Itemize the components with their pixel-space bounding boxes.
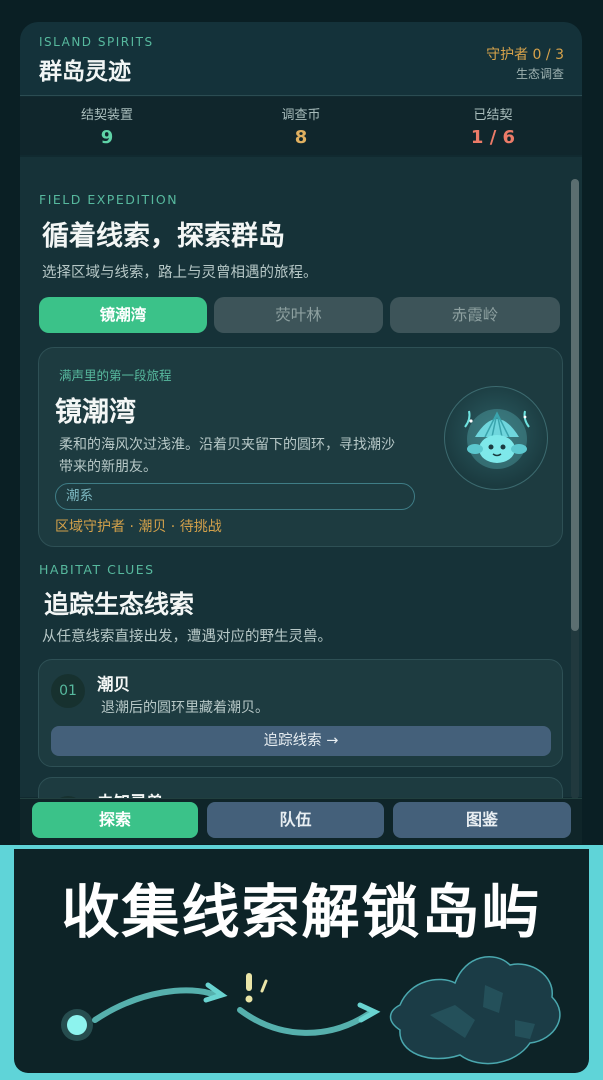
promo-banner: 收集线索解锁岛屿 [0, 845, 603, 1080]
stat-coins: 调查币 8 [226, 104, 376, 148]
app-header: ISLAND SPIRITS 群岛灵迹 守护者 0 / 3 生态调查 [20, 22, 582, 96]
region-tab-crimson-ridge[interactable]: 赤霞岭 [390, 297, 560, 333]
expedition-kicker: FIELD EXPEDITION [39, 192, 179, 207]
stat-label: 结契装置 [80, 108, 133, 123]
region-tab-mirror-bay[interactable]: 镜潮湾 [39, 297, 207, 333]
nav-codex[interactable]: 图鉴 [393, 802, 571, 838]
bottom-nav: 探索 队伍 图鉴 [20, 798, 582, 844]
habitat-title: 追踪生态线索 [44, 590, 195, 619]
clue-card[interactable]: 01 潮贝 退潮后的圆环里藏着潮贝。 追踪线索 → [38, 659, 563, 767]
stat-label: 已结契 [473, 108, 513, 123]
expedition-desc: 选择区域与线索，路上与灵曾相遇的旅程。 [42, 265, 318, 281]
app-title: 群岛灵迹 [39, 59, 131, 85]
nav-team[interactable]: 队伍 [207, 802, 384, 838]
app-subtitle: ISLAND SPIRITS [39, 35, 154, 49]
region-desc: 柔和的海风次过浅淮。沿着贝夹留下的圆环，寻找潮沙带来的新朋友。 [59, 437, 395, 475]
mode-label: 生态调查 [515, 67, 564, 81]
stat-value: 1 / 6 [470, 127, 516, 148]
shell-spirit-icon [444, 386, 548, 490]
stat-value: 9 [100, 127, 114, 148]
phone-frame: ISLAND SPIRITS 群岛灵迹 守护者 0 / 3 生态调查 结契装置 … [0, 0, 603, 845]
track-clue-button[interactable]: 追踪线索 → [51, 726, 551, 756]
scrollbar-thumb[interactable] [571, 179, 579, 631]
stat-bonded: 已结契 1 / 6 [418, 104, 568, 148]
region-tab-glow-forest[interactable]: 荧叶林 [214, 297, 383, 333]
region-title: 镜潮湾 [55, 397, 136, 428]
stat-devices: 结契装置 9 [32, 104, 182, 148]
region-element-tag: 潮系 [55, 483, 415, 510]
island-path-illustration [61, 956, 561, 1065]
shell-spirit-art [464, 409, 530, 469]
clue-number: 01 [51, 674, 85, 708]
scroll-content[interactable]: FIELD EXPEDITION 循着线索，探索群岛 选择区域与线索，路上与灵曾… [20, 157, 582, 837]
region-kicker: 满声里的第一段旅程 [59, 368, 172, 383]
app-screen: ISLAND SPIRITS 群岛灵迹 守护者 0 / 3 生态调查 结契装置 … [20, 22, 582, 844]
clue-desc: 退潮后的圆环里藏着潮贝。 [101, 700, 269, 716]
region-guardian-meta: 区域守护者 · 潮贝 · 待挑战 [55, 519, 222, 535]
habitat-kicker: HABITAT CLUES [39, 562, 155, 577]
stats-bar: 结契装置 9 调查币 8 已结契 1 / 6 [20, 97, 582, 155]
region-card[interactable]: 满声里的第一段旅程 镜潮湾 柔和的海风次过浅淮。沿着贝夹留下的圆环，寻找潮沙带来… [38, 347, 563, 547]
nav-explore[interactable]: 探索 [32, 802, 198, 838]
clue-name: 潮贝 [97, 675, 130, 694]
stat-label: 调查币 [281, 108, 321, 123]
expedition-title: 循着线索，探索群岛 [42, 221, 285, 252]
guardian-counter: 守护者 0 / 3 [486, 47, 564, 63]
habitat-desc: 从任意线索直接出发，遭遇对应的野生灵兽。 [42, 629, 332, 645]
stat-value: 8 [294, 127, 308, 148]
